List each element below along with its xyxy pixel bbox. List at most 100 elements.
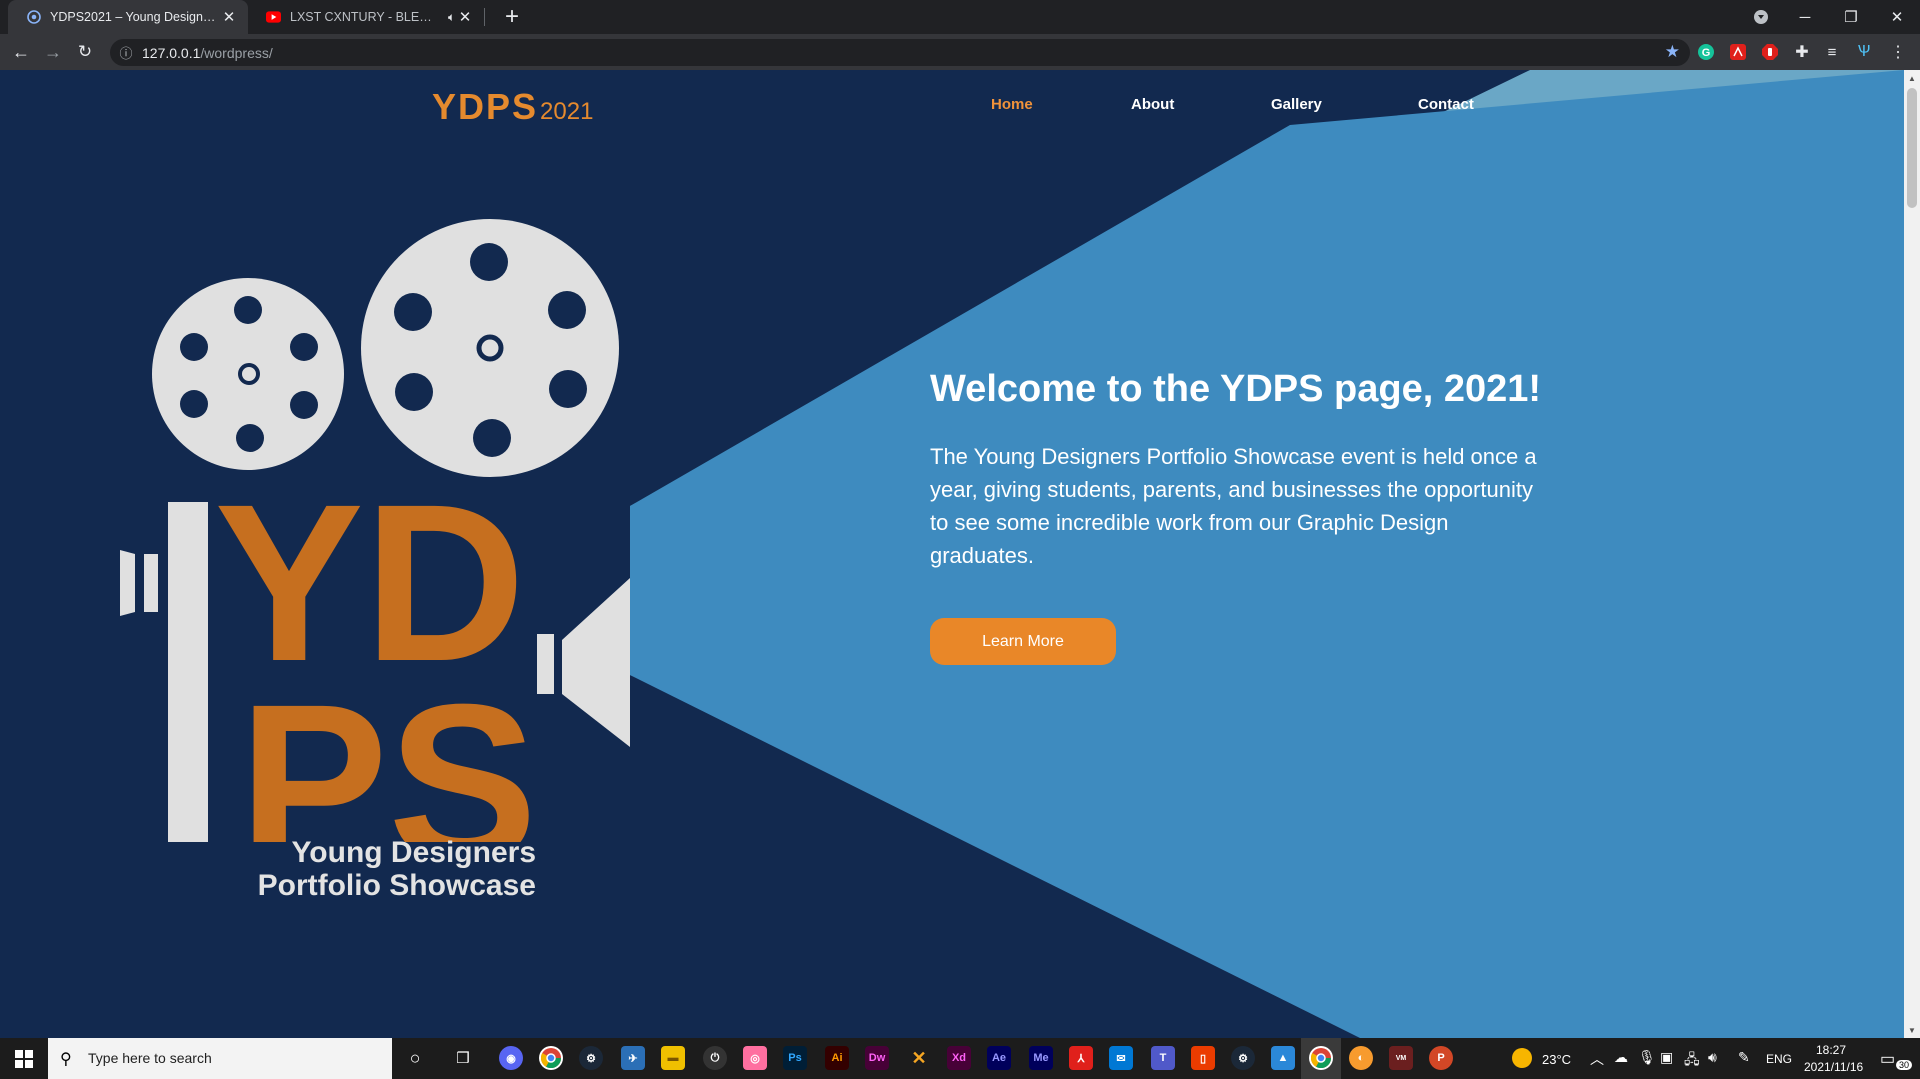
notification-center-icon[interactable]: ▭ xyxy=(1880,1049,1895,1069)
nav-home[interactable]: Home xyxy=(991,96,1033,113)
film-reel-large-icon xyxy=(361,219,619,477)
bookmark-star-icon[interactable]: ★ xyxy=(1665,42,1680,62)
projector-emblem: YD PS xyxy=(120,219,630,842)
search-icon: ⚲ xyxy=(60,1051,72,1068)
info-icon[interactable]: ⓘ xyxy=(118,44,134,61)
close-window-button[interactable]: ✕ xyxy=(1874,0,1920,34)
logo-year: 2021 xyxy=(540,98,594,125)
restore-button[interactable]: ❐ xyxy=(1828,0,1874,34)
url-text: 127.0.0.1/wordpress/ xyxy=(142,45,273,61)
extensions-puzzle-icon[interactable]: ✚ xyxy=(1792,42,1812,62)
forward-arrow-icon[interactable]: → xyxy=(40,39,66,65)
nav-about[interactable]: About xyxy=(1131,96,1174,113)
teams-app-icon[interactable]: T xyxy=(1151,1046,1175,1070)
microphone-icon[interactable]: 🎙︎ xyxy=(1638,1049,1656,1066)
hero-title: Welcome to the YDPS page, 2021! xyxy=(930,368,1542,410)
adblock-extension-icon[interactable] xyxy=(1760,42,1780,62)
clock-date[interactable]: 2021/11/16 xyxy=(1804,1060,1863,1074)
close-tab-icon[interactable]: ✕ xyxy=(220,8,238,26)
browser-tab-bar: YDPS2021 – Young Designers Po ✕ LXST CXN… xyxy=(0,0,1920,34)
tab-title: YDPS2021 – Young Designers Po xyxy=(50,10,220,24)
youtube-favicon-icon xyxy=(266,10,281,25)
clock-time[interactable]: 18:27 xyxy=(1816,1043,1846,1057)
network-icon[interactable]: 🖧︎ xyxy=(1684,1049,1700,1073)
weather-sun-icon[interactable] xyxy=(1512,1048,1532,1068)
onedrive-cloud-icon[interactable]: ☁ xyxy=(1614,1049,1628,1066)
acrobat-app-icon[interactable]: ⅄ xyxy=(1069,1046,1093,1070)
meet-now-icon[interactable]: ▣ xyxy=(1660,1049,1673,1066)
weather-temperature[interactable]: 23°C xyxy=(1542,1052,1571,1067)
file-explorer-icon[interactable]: ▬ xyxy=(661,1046,685,1070)
nav-gallery[interactable]: Gallery xyxy=(1271,96,1322,113)
language-indicator[interactable]: ENG xyxy=(1766,1052,1792,1066)
tagline-line-2: Portfolio Showcase xyxy=(257,869,536,902)
tab-youtube[interactable]: LXST CXNTURY - BLESSED M 🔈︎ ✕ xyxy=(248,0,484,34)
power-app-icon[interactable]: ⏻ xyxy=(703,1046,727,1070)
back-arrow-icon[interactable]: ← xyxy=(8,39,34,65)
profile-extension-icon[interactable]: Ѱ xyxy=(1854,42,1874,62)
mail-app-icon[interactable]: ✉ xyxy=(1109,1046,1133,1070)
office-app-icon[interactable]: ▯ xyxy=(1191,1046,1215,1070)
tab-title: LXST CXNTURY - BLESSED M xyxy=(290,10,440,24)
media-encoder-app-icon[interactable]: Me xyxy=(1029,1046,1053,1070)
taskbar-search-box[interactable]: ⚲ Type here to search xyxy=(48,1038,392,1079)
scroll-up-arrow-icon[interactable]: ▲ xyxy=(1904,70,1920,86)
notification-count-badge: 30 xyxy=(1896,1060,1913,1070)
pen-icon[interactable]: ✎ xyxy=(1738,1049,1750,1066)
chrome-app-icon[interactable] xyxy=(539,1046,563,1070)
voicemeeter-app-icon[interactable]: VM xyxy=(1389,1046,1413,1070)
illustrator-app-icon[interactable]: Ai xyxy=(825,1046,849,1070)
tab-search-icon[interactable] xyxy=(1738,0,1784,34)
discord-app-icon[interactable]: ◉ xyxy=(499,1046,523,1070)
speaker-icon[interactable]: 🔈︎ xyxy=(448,10,455,25)
steam-app-icon[interactable]: ⚙ xyxy=(579,1046,603,1070)
volume-icon[interactable]: 🔊︎ xyxy=(1708,1049,1717,1066)
after-effects-app-icon[interactable]: Ae xyxy=(987,1046,1011,1070)
page-scrollbar[interactable]: ▲ ▼ xyxy=(1904,70,1920,1038)
scroll-down-arrow-icon[interactable]: ▼ xyxy=(1904,1022,1920,1038)
nav-contact[interactable]: Contact xyxy=(1418,96,1474,113)
browser-toolbar: ← → ↻ ⓘ 127.0.0.1/wordpress/ ★ G ✚ ≡ Ѱ ⋮ xyxy=(0,34,1920,70)
close-tab-icon[interactable]: ✕ xyxy=(456,8,474,26)
windows-logo-icon xyxy=(15,1049,33,1068)
photoshop-app-icon[interactable]: Ps xyxy=(783,1046,807,1070)
emblem-text-ps: PS xyxy=(239,658,538,842)
search-placeholder: Type here to search xyxy=(88,1050,212,1066)
emblem-tagline: Young Designers Portfolio Showcase xyxy=(200,836,536,902)
hero-description: The Young Designers Portfolio Showcase e… xyxy=(930,444,1537,568)
chrome-app-icon-active[interactable] xyxy=(1309,1046,1333,1070)
tray-chevron-up-icon[interactable]: ︿ xyxy=(1590,1049,1604,1069)
powerpoint-app-icon[interactable]: P xyxy=(1429,1046,1453,1070)
steam-app-icon-2[interactable]: ⚙ xyxy=(1231,1046,1255,1070)
acrobat-extension-icon[interactable] xyxy=(1728,42,1748,62)
creative-cloud-icon[interactable]: ◎ xyxy=(743,1046,767,1070)
grammarly-extension-icon[interactable]: G xyxy=(1696,42,1716,62)
address-bar[interactable]: ⓘ 127.0.0.1/wordpress/ ★ xyxy=(110,39,1690,66)
more-menu-icon[interactable]: ⋮ xyxy=(1888,42,1908,62)
maps-app-icon[interactable]: ✈ xyxy=(621,1046,645,1070)
wordpress-favicon-icon xyxy=(26,10,41,25)
media-control-icon[interactable]: ≡ xyxy=(1822,42,1842,62)
tab-ydps[interactable]: YDPS2021 – Young Designers Po ✕ xyxy=(8,0,248,34)
photos-app-icon[interactable]: ▲ xyxy=(1271,1046,1295,1070)
crossover-app-icon[interactable]: ✕ xyxy=(907,1046,931,1070)
scroll-thumb[interactable] xyxy=(1907,88,1917,208)
site-logo[interactable]: YDPS 2021 xyxy=(432,86,593,128)
url-host: 127.0.0.1 xyxy=(142,45,201,61)
learn-more-button[interactable]: Learn More xyxy=(930,618,1116,665)
blender-app-icon[interactable]: ◐ xyxy=(1349,1046,1373,1070)
task-view-icon[interactable]: ❒ xyxy=(451,1046,475,1070)
film-reel-small-icon xyxy=(152,278,344,470)
cortana-icon[interactable]: ○ xyxy=(403,1046,427,1070)
windows-start-button[interactable] xyxy=(0,1038,48,1079)
tagline-line-1: Young Designers xyxy=(291,836,536,869)
svg-text:G: G xyxy=(1702,47,1711,59)
logo-text: YDPS xyxy=(432,86,539,127)
minimize-button[interactable]: ─ xyxy=(1782,0,1828,34)
reload-icon[interactable]: ↻ xyxy=(72,39,98,65)
tab-separator xyxy=(484,8,485,26)
dreamweaver-app-icon[interactable]: Dw xyxy=(865,1046,889,1070)
url-path: /wordpress/ xyxy=(200,45,273,61)
xd-app-icon[interactable]: Xd xyxy=(947,1046,971,1070)
new-tab-button[interactable]: + xyxy=(498,3,526,30)
